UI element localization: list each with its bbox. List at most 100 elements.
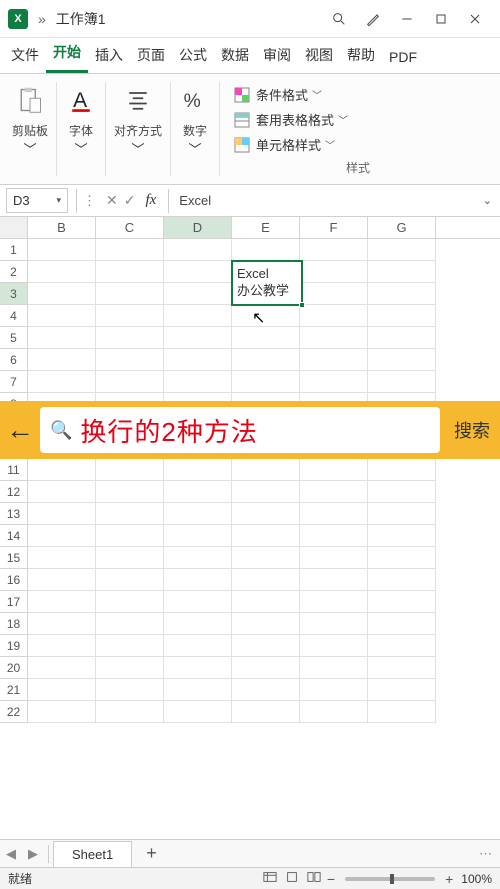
tab-file[interactable]: 文件	[4, 37, 46, 73]
cell[interactable]	[164, 261, 232, 283]
cell[interactable]	[300, 657, 368, 679]
cell[interactable]	[232, 525, 300, 547]
cell[interactable]	[300, 371, 368, 393]
col-header[interactable]: E	[232, 217, 300, 238]
cell[interactable]	[96, 679, 164, 701]
cell[interactable]	[232, 547, 300, 569]
tab-home[interactable]: 开始	[46, 34, 88, 73]
col-header[interactable]: F	[300, 217, 368, 238]
cell[interactable]	[164, 657, 232, 679]
cell[interactable]	[368, 239, 436, 261]
cell[interactable]	[96, 525, 164, 547]
cell[interactable]	[28, 635, 96, 657]
cell[interactable]	[28, 283, 96, 305]
zoom-slider[interactable]	[345, 877, 435, 881]
cell[interactable]	[232, 481, 300, 503]
cell[interactable]	[300, 635, 368, 657]
col-header[interactable]: C	[96, 217, 164, 238]
cell[interactable]	[368, 525, 436, 547]
cell[interactable]	[232, 701, 300, 723]
cell[interactable]	[96, 657, 164, 679]
cell[interactable]	[28, 305, 96, 327]
cell[interactable]	[300, 591, 368, 613]
cell[interactable]	[300, 239, 368, 261]
cell[interactable]	[164, 283, 232, 305]
selected-cell-d3[interactable]: Excel 办公教学	[231, 260, 303, 306]
cell[interactable]	[96, 701, 164, 723]
sheet-nav-prev[interactable]: ◀	[0, 846, 22, 862]
cell[interactable]	[96, 635, 164, 657]
cell[interactable]	[96, 305, 164, 327]
tab-view[interactable]: 视图	[298, 37, 340, 73]
cell[interactable]	[368, 327, 436, 349]
cell[interactable]	[28, 525, 96, 547]
name-box[interactable]: D3 ▾	[6, 188, 68, 213]
back-arrow-icon[interactable]: ←	[0, 401, 40, 459]
cell[interactable]	[96, 283, 164, 305]
cell[interactable]	[28, 679, 96, 701]
cell[interactable]	[96, 261, 164, 283]
cell[interactable]	[300, 305, 368, 327]
cell[interactable]	[368, 503, 436, 525]
cell[interactable]	[96, 239, 164, 261]
cell[interactable]	[164, 305, 232, 327]
cell[interactable]	[164, 371, 232, 393]
cell[interactable]	[368, 657, 436, 679]
cell[interactable]	[300, 701, 368, 723]
cell[interactable]	[164, 547, 232, 569]
excel-app-icon[interactable]: X	[8, 9, 28, 29]
cell[interactable]	[368, 261, 436, 283]
row-header[interactable]: 16	[0, 569, 28, 591]
tab-page[interactable]: 页面	[130, 37, 172, 73]
cell[interactable]	[368, 679, 436, 701]
cell[interactable]	[164, 459, 232, 481]
cell[interactable]	[368, 635, 436, 657]
cell[interactable]	[300, 481, 368, 503]
formula-input[interactable]	[171, 189, 474, 212]
row-header[interactable]: 17	[0, 591, 28, 613]
view-normal-icon[interactable]	[259, 869, 281, 888]
select-all-corner[interactable]	[0, 217, 28, 238]
cell[interactable]	[232, 371, 300, 393]
cell[interactable]	[300, 283, 368, 305]
cell[interactable]	[28, 613, 96, 635]
tab-formula[interactable]: 公式	[172, 37, 214, 73]
cell[interactable]	[28, 481, 96, 503]
pen-icon[interactable]	[356, 2, 390, 36]
cell[interactable]	[300, 459, 368, 481]
cell[interactable]	[164, 701, 232, 723]
row-header[interactable]: 20	[0, 657, 28, 679]
cell[interactable]	[28, 503, 96, 525]
ribbon-group-clipboard[interactable]: 剪贴板 ﹀	[4, 82, 57, 176]
cancel-icon[interactable]: ✕	[106, 192, 118, 209]
tab-insert[interactable]: 插入	[88, 37, 130, 73]
add-sheet-button[interactable]: +	[132, 843, 171, 864]
cell[interactable]	[232, 349, 300, 371]
more-icon[interactable]: ⋮	[79, 193, 100, 209]
view-break-icon[interactable]	[303, 869, 325, 888]
cell[interactable]	[232, 657, 300, 679]
row-header[interactable]: 5	[0, 327, 28, 349]
row-header[interactable]: 6	[0, 349, 28, 371]
conditional-format-button[interactable]: 条件格式﹀	[228, 82, 328, 107]
cell[interactable]	[28, 701, 96, 723]
cell[interactable]	[232, 613, 300, 635]
cell[interactable]	[232, 239, 300, 261]
cell[interactable]	[164, 613, 232, 635]
col-header[interactable]: G	[368, 217, 436, 238]
sheet-menu-icon[interactable]: ⋯	[471, 846, 500, 862]
row-header[interactable]: 2	[0, 261, 28, 283]
tab-review[interactable]: 审阅	[256, 37, 298, 73]
cell[interactable]	[232, 327, 300, 349]
cell[interactable]	[232, 679, 300, 701]
cell[interactable]	[164, 569, 232, 591]
cell[interactable]	[368, 591, 436, 613]
row-header[interactable]: 22	[0, 701, 28, 723]
row-header[interactable]: 4	[0, 305, 28, 327]
cell[interactable]	[28, 371, 96, 393]
cell[interactable]	[300, 525, 368, 547]
cell[interactable]	[368, 349, 436, 371]
cell[interactable]	[28, 261, 96, 283]
cell[interactable]	[164, 481, 232, 503]
ribbon-group-number[interactable]: % 数字 ﹀	[171, 82, 220, 176]
